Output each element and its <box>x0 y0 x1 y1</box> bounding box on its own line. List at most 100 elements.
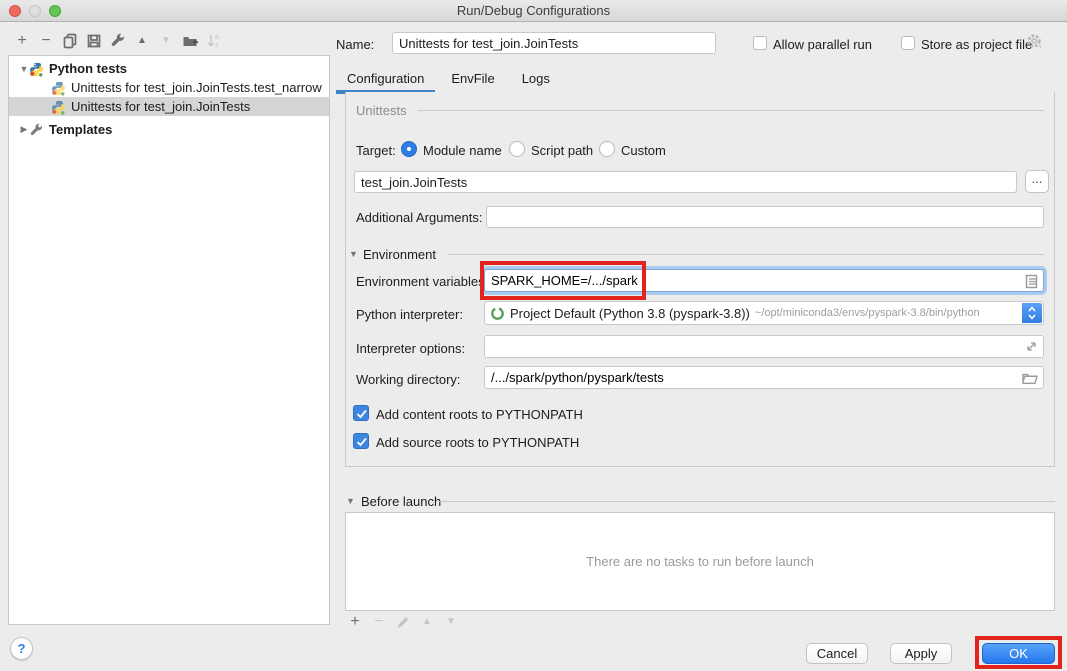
expand-editor-icon[interactable] <box>1025 340 1038 353</box>
tree-item-label: Unittests for test_join.JoinTests <box>71 99 250 114</box>
cancel-button[interactable]: Cancel <box>806 643 868 664</box>
name-input[interactable] <box>392 32 716 54</box>
python-interpreter-value: Project Default (Python 3.8 (pyspark-3.8… <box>510 306 750 321</box>
python-icon <box>29 62 45 76</box>
move-up-button[interactable]: ▲ <box>130 30 154 52</box>
add-content-roots-checkbox[interactable] <box>353 405 369 421</box>
python-interpreter-path: ~/opt/miniconda3/envs/pyspark-3.8/bin/py… <box>755 307 980 319</box>
working-directory-label: Working directory: <box>356 372 461 387</box>
browse-target-button[interactable]: ... <box>1025 170 1049 193</box>
new-folder-icon <box>182 33 199 49</box>
before-launch-tasks-panel: There are no tasks to run before launch <box>345 512 1055 611</box>
allow-parallel-run-label: Allow parallel run <box>773 37 872 52</box>
store-options-gear-button[interactable] <box>1026 33 1044 51</box>
gear-icon <box>1026 33 1044 51</box>
window-title: Run/Debug Configurations <box>0 3 1067 18</box>
working-directory-field[interactable] <box>484 366 1044 389</box>
allow-parallel-run-checkbox[interactable] <box>753 36 767 50</box>
remove-task-button[interactable]: − <box>367 611 391 633</box>
move-down-button[interactable]: ▼ <box>154 30 178 52</box>
name-label: Name: <box>336 37 374 52</box>
python-test-icon <box>51 81 67 95</box>
remove-configuration-button[interactable]: − <box>34 30 58 52</box>
python-test-icon <box>51 100 67 114</box>
interpreter-options-label: Interpreter options: <box>356 341 465 356</box>
svg-text:a: a <box>215 34 219 41</box>
additional-arguments-input[interactable] <box>486 206 1044 228</box>
additional-arguments-label: Additional Arguments: <box>356 210 482 225</box>
section-divider <box>448 254 1044 255</box>
target-label: Target: <box>356 143 396 158</box>
add-source-roots-label: Add source roots to PYTHONPATH <box>376 435 579 450</box>
target-module-input[interactable] <box>354 171 1017 193</box>
group-divider <box>418 110 1044 111</box>
dropdown-stepper-icon[interactable] <box>1022 303 1042 323</box>
configurations-tree: ▼ Python tests Unittests for test_join.J… <box>8 55 330 625</box>
save-configuration-button[interactable] <box>82 30 106 52</box>
before-launch-title: Before launch <box>361 494 441 509</box>
target-script-path-label: Script path <box>531 143 593 158</box>
edit-variables-icon[interactable] <box>1025 274 1038 289</box>
edit-templates-button[interactable] <box>106 30 130 52</box>
add-source-roots-checkbox[interactable] <box>353 433 369 449</box>
copy-icon <box>62 33 78 49</box>
store-as-project-file-checkbox[interactable] <box>901 36 915 50</box>
target-module-name-label: Module name <box>423 143 502 158</box>
add-configuration-button[interactable]: + <box>10 30 34 52</box>
environment-section-title: Environment <box>363 247 436 262</box>
add-task-button[interactable]: + <box>343 611 367 633</box>
add-content-roots-label: Add content roots to PYTHONPATH <box>376 407 583 422</box>
save-icon <box>86 33 102 49</box>
pencil-icon <box>396 615 410 629</box>
store-as-project-file-label: Store as project file <box>921 37 1032 52</box>
unittests-group-title: Unittests <box>356 103 407 118</box>
target-custom-label: Custom <box>621 143 666 158</box>
tree-item-label: Templates <box>49 122 112 137</box>
working-directory-input[interactable] <box>485 367 1043 388</box>
wrench-icon <box>110 33 126 49</box>
sort-az-icon: az <box>206 33 222 49</box>
collapsed-arrow-icon[interactable]: ▶ <box>19 124 29 135</box>
tree-item-python-tests[interactable]: ▼ Python tests <box>9 59 329 78</box>
wrench-icon <box>29 123 45 137</box>
environment-variables-label: Environment variables: <box>356 274 488 289</box>
expanded-arrow-icon[interactable]: ▼ <box>19 64 29 74</box>
conda-env-icon <box>490 306 505 321</box>
before-launch-collapse-arrow[interactable]: ▼ <box>346 496 355 506</box>
config-tabs: Configuration EnvFile Logs <box>336 66 1055 93</box>
python-interpreter-select[interactable]: Project Default (Python 3.8 (pyspark-3.8… <box>484 301 1044 325</box>
move-task-down-button[interactable]: ▼ <box>439 611 463 633</box>
target-module-name-radio[interactable] <box>401 141 417 157</box>
tab-logs[interactable]: Logs <box>511 66 561 92</box>
tree-item-templates[interactable]: ▶ Templates <box>9 120 329 139</box>
tree-item-unittest-jointests-selected[interactable]: Unittests for test_join.JoinTests <box>9 97 329 116</box>
interpreter-options-input[interactable] <box>485 336 1043 357</box>
title-bar: Run/Debug Configurations <box>0 0 1067 22</box>
tab-envfile[interactable]: EnvFile <box>440 66 505 92</box>
sort-configurations-button[interactable]: az <box>202 30 226 52</box>
annotation-box-ok <box>975 636 1062 669</box>
python-interpreter-label: Python interpreter: <box>356 307 463 322</box>
tree-item-unittest-narrow[interactable]: Unittests for test_join.JoinTests.test_n… <box>9 78 329 97</box>
before-launch-divider <box>438 501 1055 502</box>
environment-collapse-arrow[interactable]: ▼ <box>349 249 358 259</box>
edit-task-button[interactable] <box>391 611 415 633</box>
tree-item-label: Unittests for test_join.JoinTests.test_n… <box>71 80 322 95</box>
configurations-toolbar: + − ▲ ▼ az <box>10 30 226 52</box>
help-button[interactable]: ? <box>10 637 33 660</box>
browse-folder-icon[interactable] <box>1022 371 1038 384</box>
before-launch-toolbar: + − ▲ ▼ <box>343 611 463 633</box>
new-folder-button[interactable] <box>178 30 202 52</box>
interpreter-options-field[interactable] <box>484 335 1044 358</box>
annotation-box-env-vars <box>480 261 646 300</box>
tree-item-label: Python tests <box>49 61 127 76</box>
move-task-up-button[interactable]: ▲ <box>415 611 439 633</box>
tab-configuration[interactable]: Configuration <box>336 66 435 92</box>
target-script-path-radio[interactable] <box>509 141 525 157</box>
copy-configuration-button[interactable] <box>58 30 82 52</box>
target-custom-radio[interactable] <box>599 141 615 157</box>
configuration-panel: Unittests Target: Module name Script pat… <box>345 92 1055 467</box>
apply-button[interactable]: Apply <box>890 643 952 664</box>
svg-text:z: z <box>215 42 219 49</box>
before-launch-empty-message: There are no tasks to run before launch <box>586 554 814 569</box>
